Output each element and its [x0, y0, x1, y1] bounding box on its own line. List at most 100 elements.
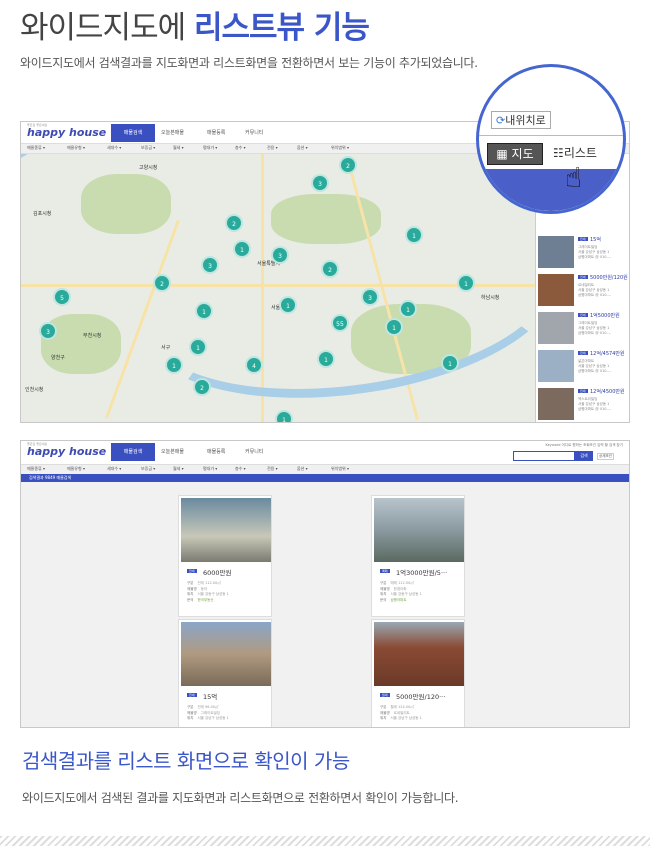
map-cluster[interactable]: 2 [153, 274, 171, 292]
filter-item[interactable]: 월세 ▾ [173, 466, 184, 472]
search-button[interactable]: 검색 [575, 451, 593, 461]
listing-tag: 전세 [578, 237, 588, 241]
list-item[interactable]: 전세 12억/4574만원 넓은아파트 서울 강남구 삼성동 1 삼평아파트 @ 0… [538, 350, 629, 386]
map-cluster[interactable]: 55 [331, 314, 349, 332]
listing-desc: 그레이트빌딩 서울 강남구 삼성동 1 삼평아파트 @ 010-... [578, 321, 612, 335]
filter-item[interactable]: 옵션 ▾ [297, 466, 308, 472]
map-cluster[interactable]: 3 [201, 256, 219, 274]
map-cluster[interactable]: 1 [317, 350, 335, 368]
magnifier-callout: ⟳내위치로 ▦ 지도 ☷리스트 ☝ [476, 64, 626, 214]
listing-price: 12억/4574만원 [590, 351, 625, 357]
map-cluster[interactable]: 1 [165, 356, 183, 374]
map-cluster[interactable]: 3 [39, 322, 57, 340]
listing-photo [538, 388, 574, 420]
filter-item[interactable]: 월세 ▾ [173, 145, 184, 151]
filter-item[interactable]: 매물유형 ▾ [67, 145, 85, 151]
search-hint: Keyword 어디로 원하는 조회조건 입력 할 검색 찾기 [545, 443, 623, 447]
detail-search-button[interactable]: 상세조건 [597, 453, 614, 460]
filter-item[interactable]: 매물종류 ▾ [27, 145, 45, 151]
filter-item[interactable]: 위치범위 ▾ [331, 145, 349, 151]
map-cluster[interactable]: 1 [405, 226, 423, 244]
nav-today[interactable]: 오늘본매물 [161, 443, 184, 461]
list-item[interactable]: 전세 5000만원/120원 르네빌리트 서울 강남구 삼성동 1 삼평아파트 @ … [538, 274, 629, 310]
listing-info: 구분 매매 112.00㎡ 매물명 한경아파 위치 서울 강동구 삼성동 1 문의 삼평… [380, 581, 422, 602]
filter-item[interactable]: 층수 ▾ [235, 145, 246, 151]
listing-photo [538, 236, 574, 268]
nav-today[interactable]: 오늘본매물 [161, 124, 184, 142]
listing-price: 5000만원/120원 [590, 275, 628, 281]
map-label: 김포시청 [33, 211, 52, 217]
list-icon: ☷ [553, 146, 564, 160]
logo[interactable]: 좋은집 좋은세상 happy house [27, 123, 106, 139]
app-header: 좋은집 좋은세상 happy house 매물검색 오늘본매물 매물등록 커뮤니티… [21, 441, 629, 465]
map-cluster[interactable]: 1 [195, 302, 213, 320]
map-cluster[interactable]: 1 [279, 296, 297, 314]
page-subtitle: 와이드지도에서 검색결과를 지도화면과 리스트화면을 전환하면서 보는 기능이 … [20, 56, 478, 70]
map-cluster[interactable]: 1 [233, 240, 251, 258]
location-icon: ⟳ [496, 114, 506, 127]
filter-item[interactable]: 평대가 ▾ [203, 145, 217, 151]
listing-tag: 전세 [187, 569, 197, 573]
map-cluster[interactable]: 2 [321, 260, 339, 278]
map-cluster[interactable]: 2 [225, 214, 243, 232]
listing-desc: 엑스트라빌딩 서울 강남구 삼성동 1 삼평아파트 @ 010-... [578, 397, 612, 411]
map-cluster[interactable]: 1 [275, 410, 293, 422]
title-part2: 리스트뷰 기능 [193, 10, 370, 46]
map-cluster[interactable]: 3 [311, 174, 329, 192]
filter-item[interactable]: 위치범위 ▾ [331, 466, 349, 472]
listing-price: 1억3000만원/5··· [396, 569, 448, 577]
filter-item[interactable]: 층수 ▾ [235, 466, 246, 472]
nav-search[interactable]: 매물검색 [111, 443, 155, 461]
listing-photo [538, 312, 574, 344]
nav-register[interactable]: 매물등록 [207, 443, 225, 461]
map-cluster[interactable]: 1 [441, 354, 459, 372]
nav-search[interactable]: 매물검색 [111, 124, 155, 142]
filter-item[interactable]: 보증금 ▾ [141, 145, 155, 151]
list-item[interactable]: 전세 15억 그레이트빌딩 서울 강남구 삼성동 1 삼평아파트 @ 010-... [538, 236, 629, 272]
listing-card[interactable]: 매매 1억3000만원/5··· 구분 매매 112.00㎡ 매물명 한경아파 위치… [371, 495, 465, 617]
logo[interactable]: 좋은집 좋은세상 happy house [27, 442, 106, 458]
list-item[interactable]: 전세 1억5000만원 그레이트빌딩 서울 강남구 삼성동 1 삼평아파트 @ 01… [538, 312, 629, 348]
filter-item[interactable]: 전용 ▾ [267, 466, 278, 472]
map-cluster[interactable]: 3 [271, 246, 289, 264]
map-cluster[interactable]: 2 [339, 156, 357, 174]
my-location-button[interactable]: ⟳내위치로 [491, 111, 551, 129]
map-cluster[interactable]: 2 [193, 378, 211, 396]
filter-item[interactable]: 평대가 ▾ [203, 466, 217, 472]
listing-card[interactable]: 월세 5000만원/120··· 구분 월세 124.00㎡ 매물명 르네빌리트 위… [371, 619, 465, 727]
map-cluster[interactable]: 4 [245, 356, 263, 374]
listing-desc: 넓은아파트 서울 강남구 삼성동 1 삼평아파트 @ 010-... [578, 359, 612, 373]
filter-item[interactable]: 매물종류 ▾ [27, 466, 45, 472]
map-view-button[interactable]: ▦ 지도 [487, 143, 543, 165]
nav-community[interactable]: 커뮤니티 [245, 443, 263, 461]
divider [0, 836, 650, 846]
listing-photo [374, 498, 464, 562]
nav-register[interactable]: 매물등록 [207, 124, 225, 142]
map-label: 서구 [161, 345, 171, 351]
nav-community[interactable]: 커뮤니티 [245, 124, 263, 142]
listing-info: 구분 월세 124.00㎡ 매물명 르네빌리트 위치 서울 강남구 삼성동 1 [380, 705, 422, 720]
list-item[interactable]: 전세 12억/4500만원 엑스트라빌딩 서울 강남구 삼성동 1 삼평아파트 @ … [538, 388, 629, 422]
listing-photo [538, 274, 574, 306]
map-cluster[interactable]: 5 [53, 288, 71, 306]
listing-price: 5000만원/120··· [396, 693, 446, 701]
section-subtitle: 와이드지도에서 검색된 결과를 지도화면과 리스트화면으로 전환하면서 확인이 … [22, 791, 459, 805]
filter-item[interactable]: 매물유형 ▾ [67, 466, 85, 472]
listing-card[interactable]: 전세 6000만원 구분 전세 112.00㎡ 매물명 동아 위치 서울 강동구 삼성… [178, 495, 272, 617]
map-cluster[interactable]: 1 [385, 318, 403, 336]
map-canvas[interactable]: 고양시청 김포시청 서울특별시 서울시청 부천시청 인천시청 하남시청 서구 양… [21, 154, 535, 422]
map-cluster[interactable]: 1 [457, 274, 475, 292]
filter-item[interactable]: 옵션 ▾ [297, 145, 308, 151]
map-label: 고양시청 [139, 165, 158, 171]
map-cluster[interactable]: 3 [361, 288, 379, 306]
filter-item[interactable]: 보증금 ▾ [141, 466, 155, 472]
listing-desc: 그레이트빌딩 서울 강남구 삼성동 1 삼평아파트 @ 010-... [578, 245, 612, 259]
filter-item[interactable]: 전용 ▾ [267, 145, 278, 151]
search-input[interactable] [513, 451, 575, 461]
filter-item[interactable]: 세대수 ▾ [107, 466, 121, 472]
map-cluster[interactable]: 1 [189, 338, 207, 356]
map-cluster[interactable]: 1 [399, 300, 417, 318]
listing-card[interactable]: 전세 15억 구분 전세 96.00㎡ 매물명 그레이트빌딩 위치 서울 강남구 삼성… [178, 619, 272, 727]
filter-item[interactable]: 세대수 ▾ [107, 145, 121, 151]
listing-photo [181, 498, 271, 562]
